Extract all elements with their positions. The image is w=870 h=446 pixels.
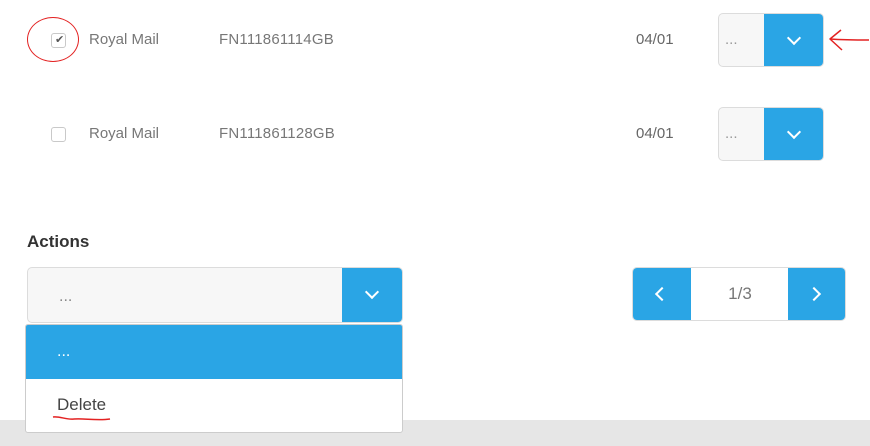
carrier-name: Royal Mail xyxy=(89,125,160,142)
chevron-down-icon xyxy=(786,30,802,46)
annotation-arrow-icon xyxy=(829,29,870,51)
shipment-row: ✔ Royal Mail FN111861114GB 04/01 ... xyxy=(0,13,870,69)
actions-label: Actions xyxy=(27,232,90,251)
chevron-down-icon xyxy=(786,124,802,140)
row-action-dropdown-button[interactable] xyxy=(764,108,823,160)
row-action-value: ... xyxy=(725,31,738,48)
shipment-row: Royal Mail FN111861128GB 04/01 ... xyxy=(0,107,870,163)
chevron-left-icon xyxy=(654,286,670,302)
shipment-date: 04/01 xyxy=(636,31,674,48)
tracking-number: FN111861128GB xyxy=(219,125,336,142)
shipment-date: 04/01 xyxy=(636,125,674,142)
row-action-select[interactable]: ... xyxy=(718,13,824,67)
annotation-underline xyxy=(52,416,111,421)
row-checkbox[interactable] xyxy=(51,127,66,142)
row-action-value: ... xyxy=(725,125,738,142)
actions-dropdown-button[interactable] xyxy=(342,268,402,322)
annotation-circle xyxy=(27,17,79,62)
page-indicator: 1/3 xyxy=(728,284,752,303)
prev-page-button[interactable] xyxy=(633,268,691,320)
carrier-name: Royal Mail xyxy=(89,31,160,48)
actions-select[interactable]: ... xyxy=(27,267,403,323)
dropdown-option-blank[interactable]: ... xyxy=(26,325,402,379)
chevron-right-icon xyxy=(806,286,822,302)
row-action-dropdown-button[interactable] xyxy=(764,14,823,66)
tracking-number: FN111861114GB xyxy=(219,31,334,48)
next-page-button[interactable] xyxy=(788,268,845,320)
dropdown-option-label: ... xyxy=(57,343,71,360)
chevron-down-icon xyxy=(364,284,380,300)
pagination: 1/3 xyxy=(632,267,846,321)
row-action-select[interactable]: ... xyxy=(718,107,824,161)
actions-select-value: ... xyxy=(59,288,73,305)
